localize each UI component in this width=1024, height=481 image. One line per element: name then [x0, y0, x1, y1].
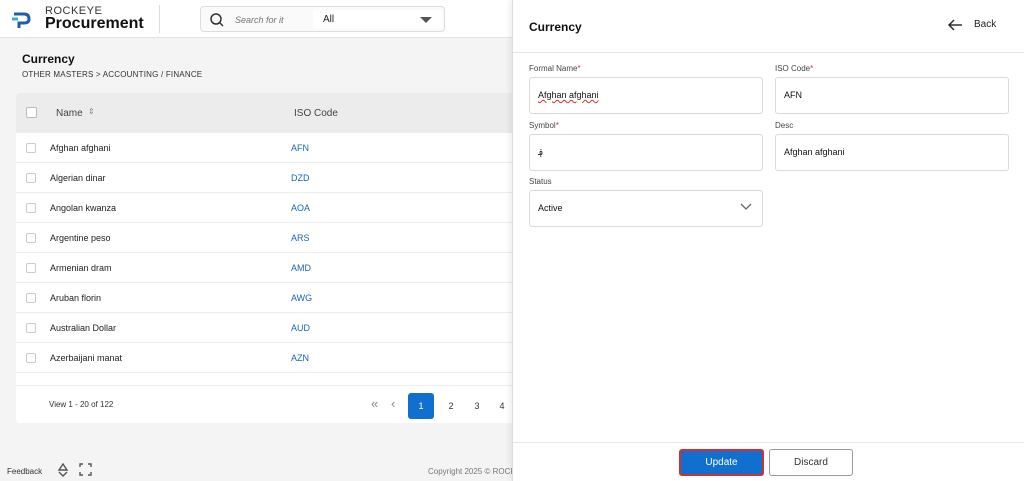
caret-down-icon — [420, 17, 432, 23]
table-row[interactable]: Algerian dinar DZD — [16, 163, 516, 193]
desc-label: Desc — [775, 121, 794, 130]
discard-button[interactable]: Discard — [769, 449, 853, 476]
first-page-icon[interactable]: « — [371, 396, 378, 411]
row-checkbox[interactable] — [26, 323, 36, 333]
row-checkbox[interactable] — [26, 143, 36, 153]
currency-table: Name ⇕ ISO Code Afghan afghani AFN Algeri… — [16, 93, 516, 423]
search-scope-value: All — [323, 14, 335, 25]
row-name: Armenian dram — [50, 263, 112, 273]
panel-header: Currency Back — [513, 0, 1024, 53]
sort-icon[interactable]: ⇕ — [88, 107, 95, 116]
table-row[interactable]: Armenian dram AMD — [16, 253, 516, 283]
symbol-field[interactable]: ؋ — [529, 134, 763, 171]
view-count: View 1 - 20 of 122 — [49, 400, 114, 409]
table-row[interactable]: Argentine peso ARS — [16, 223, 516, 253]
formal-name-label: Formal Name* — [529, 64, 581, 73]
row-iso[interactable]: AFN — [291, 143, 309, 153]
row-name: Argentine peso — [50, 233, 111, 243]
panel-footer: Update Discard — [513, 442, 1024, 481]
feedback-link[interactable]: Feedback — [7, 467, 42, 476]
column-header-iso[interactable]: ISO Code — [294, 108, 338, 119]
prev-page-icon[interactable]: ‹ — [391, 396, 395, 411]
row-checkbox[interactable] — [26, 263, 36, 273]
symbol-input[interactable]: ؋ — [538, 147, 738, 158]
row-iso[interactable]: ARS — [291, 233, 310, 243]
breadcrumb: OTHER MASTERS > ACCOUNTING / FINANCE — [22, 70, 203, 79]
iso-code-input[interactable]: AFN — [784, 90, 984, 100]
column-header-name[interactable]: Name — [56, 108, 83, 119]
desc-input[interactable]: Afghan afghani — [784, 147, 984, 157]
table-footer: View 1 - 20 of 122 « ‹ 1 2 3 4 — [16, 385, 516, 423]
formal-name-input[interactable]: Afghan afghani — [538, 90, 738, 100]
table-row[interactable]: Afghan afghani AFN — [16, 133, 516, 163]
row-name: Algerian dinar — [50, 173, 106, 183]
brand-product: Procurement — [45, 15, 144, 32]
fullscreen-icon[interactable] — [79, 463, 92, 476]
select-all-checkbox[interactable] — [26, 107, 37, 118]
back-label: Back — [974, 19, 997, 30]
table-row[interactable]: Australian Dollar AUD — [16, 313, 516, 343]
row-name: Australian Dollar — [50, 323, 117, 333]
row-iso[interactable]: AMD — [291, 263, 311, 273]
panel-title: Currency — [529, 20, 582, 34]
row-checkbox[interactable] — [26, 173, 36, 183]
row-iso[interactable]: AUD — [291, 323, 310, 333]
brand-divider — [159, 5, 160, 33]
update-button[interactable]: Update — [679, 449, 764, 476]
table-row[interactable]: Aruban florin AWG — [16, 283, 516, 313]
back-button[interactable]: Back — [947, 16, 1007, 36]
edit-currency-panel: Currency Back Formal Name* Afghan afghan… — [512, 0, 1024, 481]
status-select[interactable]: Active — [529, 190, 763, 227]
table-header: Name ⇕ ISO Code — [16, 93, 516, 133]
global-search[interactable]: All — [200, 6, 445, 32]
copyright-text: Copyright 2025 © ROCKEYE — [428, 467, 513, 476]
rockeye-logo-icon — [12, 12, 31, 28]
row-iso[interactable]: AZN — [291, 353, 309, 363]
iso-code-field[interactable]: AFN — [775, 77, 1009, 114]
search-input[interactable] — [235, 11, 307, 29]
status-value: Active — [538, 203, 563, 213]
table-row[interactable]: Azerbaijani manat AZN — [16, 343, 516, 373]
search-icon — [210, 13, 224, 27]
search-scope-select[interactable]: All — [313, 10, 442, 29]
row-iso[interactable]: AWG — [291, 293, 312, 303]
row-name: Afghan afghani — [50, 143, 111, 153]
desc-field[interactable]: Afghan afghani — [775, 134, 1009, 171]
table-body: Afghan afghani AFN Algerian dinar DZD Ango… — [16, 133, 516, 383]
chevron-down-icon — [740, 203, 752, 210]
formal-name-field[interactable]: Afghan afghani — [529, 77, 763, 114]
status-label: Status — [529, 177, 552, 186]
page-button-2[interactable]: 2 — [438, 393, 464, 419]
row-checkbox[interactable] — [26, 353, 36, 363]
row-iso[interactable]: DZD — [291, 173, 310, 183]
row-checkbox[interactable] — [26, 203, 36, 213]
iso-code-label: ISO Code* — [775, 64, 814, 73]
table-row[interactable]: Angolan kwanza AOA — [16, 193, 516, 223]
row-checkbox[interactable] — [26, 233, 36, 243]
page-button-3[interactable]: 3 — [464, 393, 490, 419]
page-title: Currency — [22, 52, 75, 66]
page-button-1[interactable]: 1 — [408, 393, 434, 419]
arrow-left-icon — [948, 19, 962, 31]
symbol-label: Symbol* — [529, 121, 559, 130]
recycle-icon[interactable] — [56, 463, 70, 477]
row-iso[interactable]: AOA — [291, 203, 310, 213]
row-name: Azerbaijani manat — [50, 353, 123, 363]
row-checkbox[interactable] — [26, 293, 36, 303]
row-name: Aruban florin — [50, 293, 102, 303]
row-name: Angolan kwanza — [50, 203, 117, 213]
